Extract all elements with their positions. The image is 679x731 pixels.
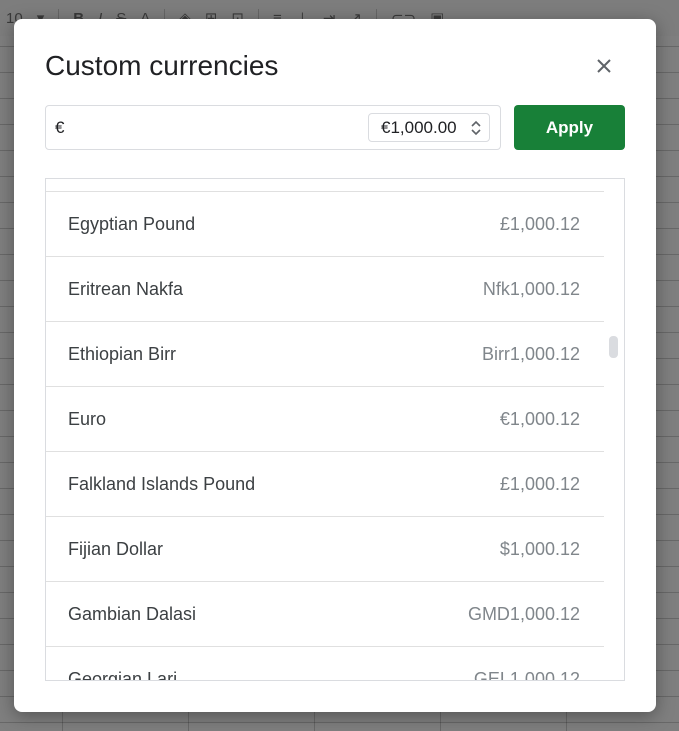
close-button[interactable]	[590, 52, 618, 80]
dialog-title: Custom currencies	[45, 50, 279, 81]
currency-row[interactable]: Eritrean Nakfa Nfk1,000.12	[46, 256, 604, 321]
currency-row[interactable]: Georgian Lari GEL1,000.12	[46, 646, 604, 681]
scrollbar-thumb[interactable]	[609, 336, 618, 358]
currency-sample: £1,000.12	[499, 213, 580, 234]
currency-name: Fijian Dollar	[68, 538, 164, 559]
currency-name: Egyptian Pound	[68, 213, 196, 234]
currency-row[interactable]: Euro €1,000.12	[46, 386, 604, 451]
custom-currencies-dialog: Custom currencies €1,000.00 Apply Egypti…	[14, 19, 656, 712]
format-select-value: €1,000.00	[381, 117, 457, 137]
currency-row[interactable]: Ethiopian Birr Birr1,000.12	[46, 321, 604, 386]
currency-name: Ethiopian Birr	[68, 343, 177, 364]
currency-name: Falkland Islands Pound	[68, 473, 256, 494]
currency-sample: GEL1,000.12	[473, 668, 580, 681]
currency-name: Gambian Dalasi	[68, 603, 197, 624]
apply-button[interactable]: Apply	[514, 105, 625, 150]
currency-search-input[interactable]	[55, 116, 355, 140]
currency-sample: GMD1,000.12	[467, 603, 580, 624]
up-down-arrow-icon	[471, 120, 481, 136]
currency-format-select[interactable]: €1,000.00	[368, 113, 490, 142]
currency-name: Eritrean Nakfa	[68, 278, 184, 299]
currency-sample: Nfk1,000.12	[482, 278, 580, 299]
currency-sample: Birr1,000.12	[481, 343, 580, 364]
close-icon	[597, 59, 611, 73]
currency-sample: €1,000.12	[499, 408, 580, 429]
currency-row[interactable]: Gambian Dalasi GMD1,000.12	[46, 581, 604, 646]
currency-row[interactable]: Falkland Islands Pound £1,000.12	[46, 451, 604, 516]
currency-sample: £1,000.12	[499, 473, 580, 494]
currency-row[interactable]: Egyptian Pound £1,000.12	[46, 191, 604, 256]
currency-name: Georgian Lari	[68, 668, 178, 681]
currency-name: Euro	[68, 408, 107, 429]
currency-list-rows: Egyptian Pound £1,000.12 Eritrean Nakfa Nfk…	[46, 191, 604, 681]
currency-sample: $1,000.12	[499, 538, 580, 559]
currency-list[interactable]: Egyptian Pound £1,000.12 Eritrean Nakfa Nfk…	[45, 178, 625, 681]
currency-row[interactable]: Fijian Dollar $1,000.12	[46, 516, 604, 581]
currency-search-box: €1,000.00	[45, 105, 501, 150]
